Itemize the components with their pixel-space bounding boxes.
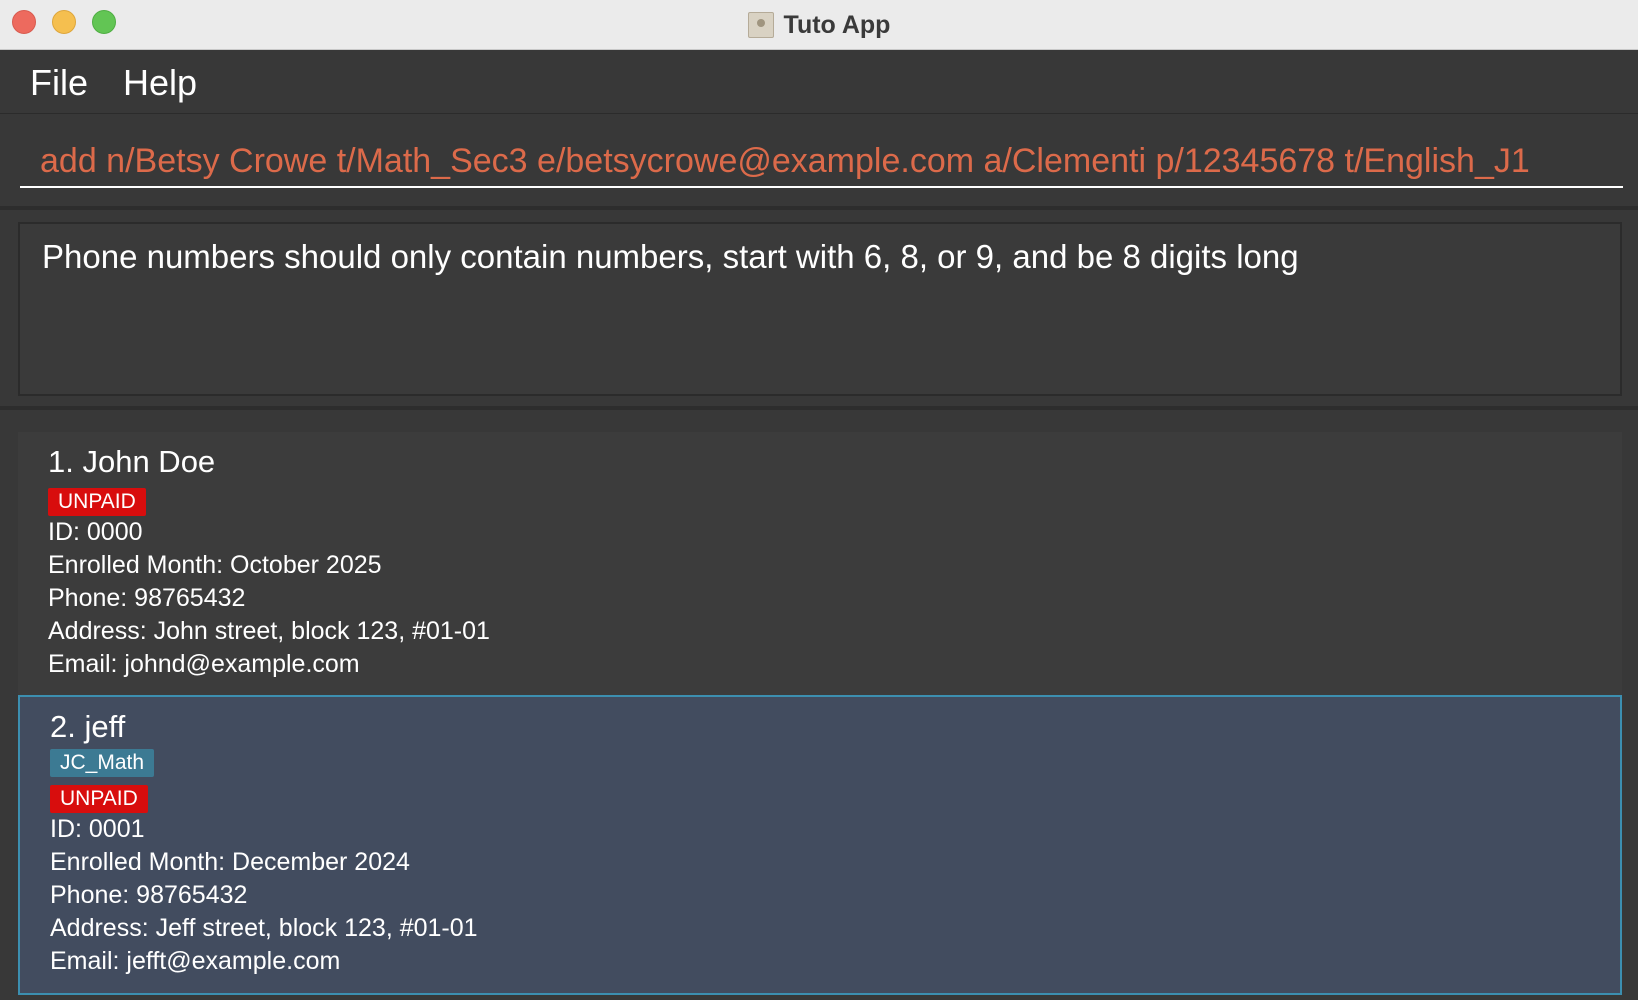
contacts-book-icon	[747, 12, 774, 38]
payment-status-badge: UNPAID	[48, 488, 146, 516]
person-id: ID: 0000	[48, 518, 143, 546]
title-bar: Tuto App	[0, 0, 1638, 50]
person-list[interactable]: 1. John Doe UNPAID ID: 0000 Enrolled Mon…	[0, 410, 1638, 1000]
menu-bar: File Help	[0, 50, 1638, 114]
person-card-selected[interactable]: 2. jeff JC_Math UNPAID ID: 0001 Enrolled…	[18, 695, 1622, 995]
person-name: 2. jeff	[50, 709, 126, 744]
window-title: Tuto App	[783, 10, 891, 39]
result-display[interactable]: Phone numbers should only contain number…	[18, 222, 1622, 396]
command-input[interactable]	[20, 136, 1623, 188]
person-phone: Phone: 98765432	[48, 584, 246, 612]
menu-file[interactable]: File	[30, 62, 88, 104]
result-message: Phone numbers should only contain number…	[42, 238, 1299, 275]
person-email: Email: johnd@example.com	[48, 650, 360, 678]
subject-tag: JC_Math	[50, 749, 155, 777]
window-title-group: Tuto App	[0, 0, 1638, 50]
person-name: 1. John Doe	[48, 444, 216, 479]
person-id: ID: 0001	[50, 815, 145, 843]
menu-help[interactable]: Help	[123, 62, 197, 104]
result-panel: Phone numbers should only contain number…	[0, 210, 1638, 410]
command-panel	[0, 114, 1638, 210]
person-address: Address: Jeff street, block 123, #01-01	[50, 914, 478, 942]
person-card[interactable]: 1. John Doe UNPAID ID: 0000 Enrolled Mon…	[18, 432, 1622, 695]
person-enrolled-month: Enrolled Month: December 2024	[50, 848, 410, 876]
person-address: Address: John street, block 123, #01-01	[48, 617, 490, 645]
person-enrolled-month: Enrolled Month: October 2025	[48, 551, 382, 579]
payment-status-badge: UNPAID	[50, 785, 148, 813]
person-phone: Phone: 98765432	[50, 881, 248, 909]
person-email: Email: jefft@example.com	[50, 947, 341, 975]
